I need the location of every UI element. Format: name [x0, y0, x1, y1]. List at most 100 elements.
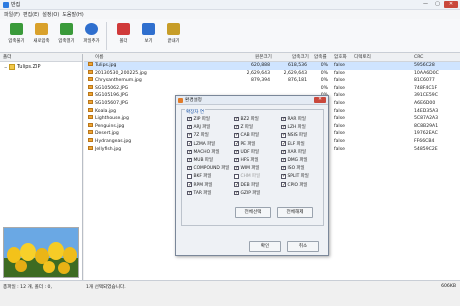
extension-checkbox[interactable]: TAR 파일 — [187, 190, 211, 196]
column-ratio[interactable]: 압축률 — [314, 54, 327, 62]
extension-checkbox[interactable]: ELF 파일 — [281, 141, 305, 147]
column-crc[interactable]: CRC — [414, 54, 423, 62]
checkbox-box[interactable] — [187, 149, 192, 154]
exit-button[interactable]: 끝내기 — [161, 19, 186, 51]
table-row[interactable]: Chrysanthemum.jpg 879,394 876,181 0% false 81… — [84, 77, 460, 85]
column-name[interactable]: 이름 — [95, 54, 103, 62]
extension-checkbox[interactable]: SPLIT 파일 — [281, 173, 309, 179]
extension-checkbox[interactable]: 7Z 파일 — [187, 132, 209, 138]
checkbox-label: COMPOUND 파일 — [193, 166, 230, 172]
image-file-icon — [88, 92, 93, 97]
dialog-close-button[interactable]: ✕ — [314, 97, 326, 103]
extension-checkbox[interactable]: ZIP 파일 — [187, 116, 210, 122]
checkbox-box[interactable] — [234, 132, 239, 138]
checkbox-box[interactable] — [234, 182, 239, 187]
checkbox-box[interactable] — [281, 141, 286, 146]
cell-enc: false — [334, 146, 345, 152]
minimize-button[interactable]: — — [420, 1, 431, 8]
extension-checkbox[interactable]: RAR 파일 — [281, 116, 306, 122]
extract-button[interactable]: 압축풀기 — [4, 19, 29, 51]
table-row[interactable]: Tulips.jpg 620,888 618,536 0% false 5956C28 — [84, 62, 460, 70]
checkbox-box[interactable] — [281, 149, 286, 154]
checkbox-box[interactable] — [281, 124, 286, 130]
menu-file[interactable]: 파일(F) — [4, 11, 20, 18]
checkbox-box[interactable] — [187, 174, 192, 179]
menu-edit[interactable]: 편집(E) — [23, 11, 39, 18]
column-original-size[interactable]: 원본크기 — [255, 54, 272, 62]
deselect-all-button[interactable]: 전체해제 — [277, 207, 313, 218]
image-file-icon — [88, 62, 93, 66]
checkbox-box[interactable] — [187, 165, 192, 171]
extension-checkbox[interactable]: MACHO 파일 — [187, 149, 220, 155]
add-file-button[interactable]: 파일추가 — [79, 19, 104, 51]
extension-checkbox[interactable]: CAB 파일 — [234, 132, 259, 138]
column-encrypted[interactable]: 암호화 — [334, 54, 347, 62]
menu-settings[interactable]: 설정(O) — [42, 11, 59, 18]
checkbox-label: MACHO 파일 — [193, 149, 220, 155]
checkbox-box[interactable] — [187, 132, 192, 138]
checkbox-label: UDF 파일 — [240, 149, 260, 155]
extension-checkbox[interactable]: DEB 파일 — [234, 182, 259, 188]
table-row[interactable]: SG105062.JPG 0% false 748F4C1F — [84, 84, 460, 93]
checkbox-box[interactable] — [187, 116, 192, 121]
dialog-title: 환경설정 — [185, 98, 202, 103]
checkbox-box[interactable] — [281, 173, 286, 179]
extension-checkbox[interactable]: CPIO 파일 — [281, 182, 307, 188]
checkbox-box[interactable] — [187, 141, 192, 146]
checkbox-box[interactable] — [281, 132, 286, 138]
checkbox-box[interactable] — [234, 124, 239, 130]
checkbox-box[interactable] — [281, 116, 286, 121]
column-directory[interactable]: 디렉토리 — [354, 54, 371, 62]
checkbox-box[interactable] — [234, 190, 239, 195]
extension-checkbox[interactable]: ISO 파일 — [281, 165, 305, 171]
checkbox-box[interactable] — [187, 157, 192, 162]
extension-checkbox[interactable]: NSIS 파일 — [281, 132, 307, 138]
cancel-button[interactable]: 취소 — [287, 241, 319, 252]
cell-name: SG105196.JPG — [95, 93, 129, 99]
extension-checkbox[interactable]: BKF 파일 — [187, 173, 211, 179]
extension-checkbox[interactable]: GZIP 파일 — [234, 190, 260, 196]
extension-checkbox[interactable]: UDF 파일 — [234, 149, 259, 155]
checkbox-box[interactable] — [234, 116, 239, 121]
checkbox-box[interactable] — [234, 165, 239, 171]
table-row[interactable]: 20130530_200225.jpg 2,629,643 2,629,643 0% f… — [84, 69, 460, 78]
cell-crc: 391CE59C — [414, 93, 438, 99]
checkbox-box[interactable] — [187, 124, 192, 130]
extension-checkbox[interactable]: PE 파일 — [234, 141, 255, 147]
extension-checkbox[interactable]: MUB 파일 — [187, 157, 213, 163]
checkbox-box[interactable] — [187, 190, 192, 195]
tree-item-root[interactable]: − Tulips.ZIP — [0, 62, 82, 70]
view-button[interactable]: 보기 — [136, 19, 161, 51]
new-archive-button[interactable]: 새로압축 — [29, 19, 54, 51]
checkbox-label: ZIP 파일 — [193, 117, 210, 122]
checkbox-box[interactable] — [234, 157, 239, 162]
extension-checkbox[interactable]: LZH 파일 — [281, 124, 306, 130]
open-archive-button[interactable]: 압축열기 — [54, 19, 79, 51]
checkbox-box[interactable] — [234, 149, 239, 154]
new-archive-icon — [35, 23, 48, 35]
folder-button[interactable]: 폴더 — [111, 19, 136, 51]
menu-help[interactable]: 도움말(H) — [62, 11, 83, 18]
extension-checkbox[interactable]: HFS 파일 — [234, 157, 259, 163]
extension-checkbox[interactable]: RPM 파일 — [187, 182, 212, 188]
close-button[interactable]: ✕ — [444, 1, 458, 8]
select-all-button[interactable]: 전체선택 — [235, 207, 271, 218]
cell-name: Desert.jpg — [95, 131, 119, 137]
checkbox-box[interactable] — [281, 165, 286, 171]
extension-checkbox[interactable]: DMG 파일 — [281, 157, 308, 163]
ok-button[interactable]: 확인 — [249, 241, 281, 252]
extension-checkbox[interactable]: WIM 파일 — [234, 165, 259, 171]
maximize-button[interactable]: ▢ — [432, 1, 443, 8]
checkbox-box[interactable] — [281, 157, 286, 162]
column-compressed-size[interactable]: 압축크기 — [292, 54, 309, 62]
extension-checkbox[interactable]: Z 파일 — [234, 124, 253, 130]
extension-checkbox[interactable]: COMPOUND 파일 — [187, 165, 229, 171]
extension-checkbox[interactable]: ARJ 파일 — [187, 124, 210, 130]
checkbox-box[interactable] — [234, 141, 239, 146]
checkbox-box[interactable] — [187, 182, 192, 187]
extension-checkbox[interactable]: BZ2 파일 — [234, 116, 259, 122]
checkbox-box[interactable] — [281, 182, 286, 187]
image-file-icon — [88, 84, 93, 89]
extension-checkbox[interactable]: XAR 파일 — [281, 149, 306, 155]
extension-checkbox[interactable]: LZMA 파일 — [187, 141, 215, 147]
